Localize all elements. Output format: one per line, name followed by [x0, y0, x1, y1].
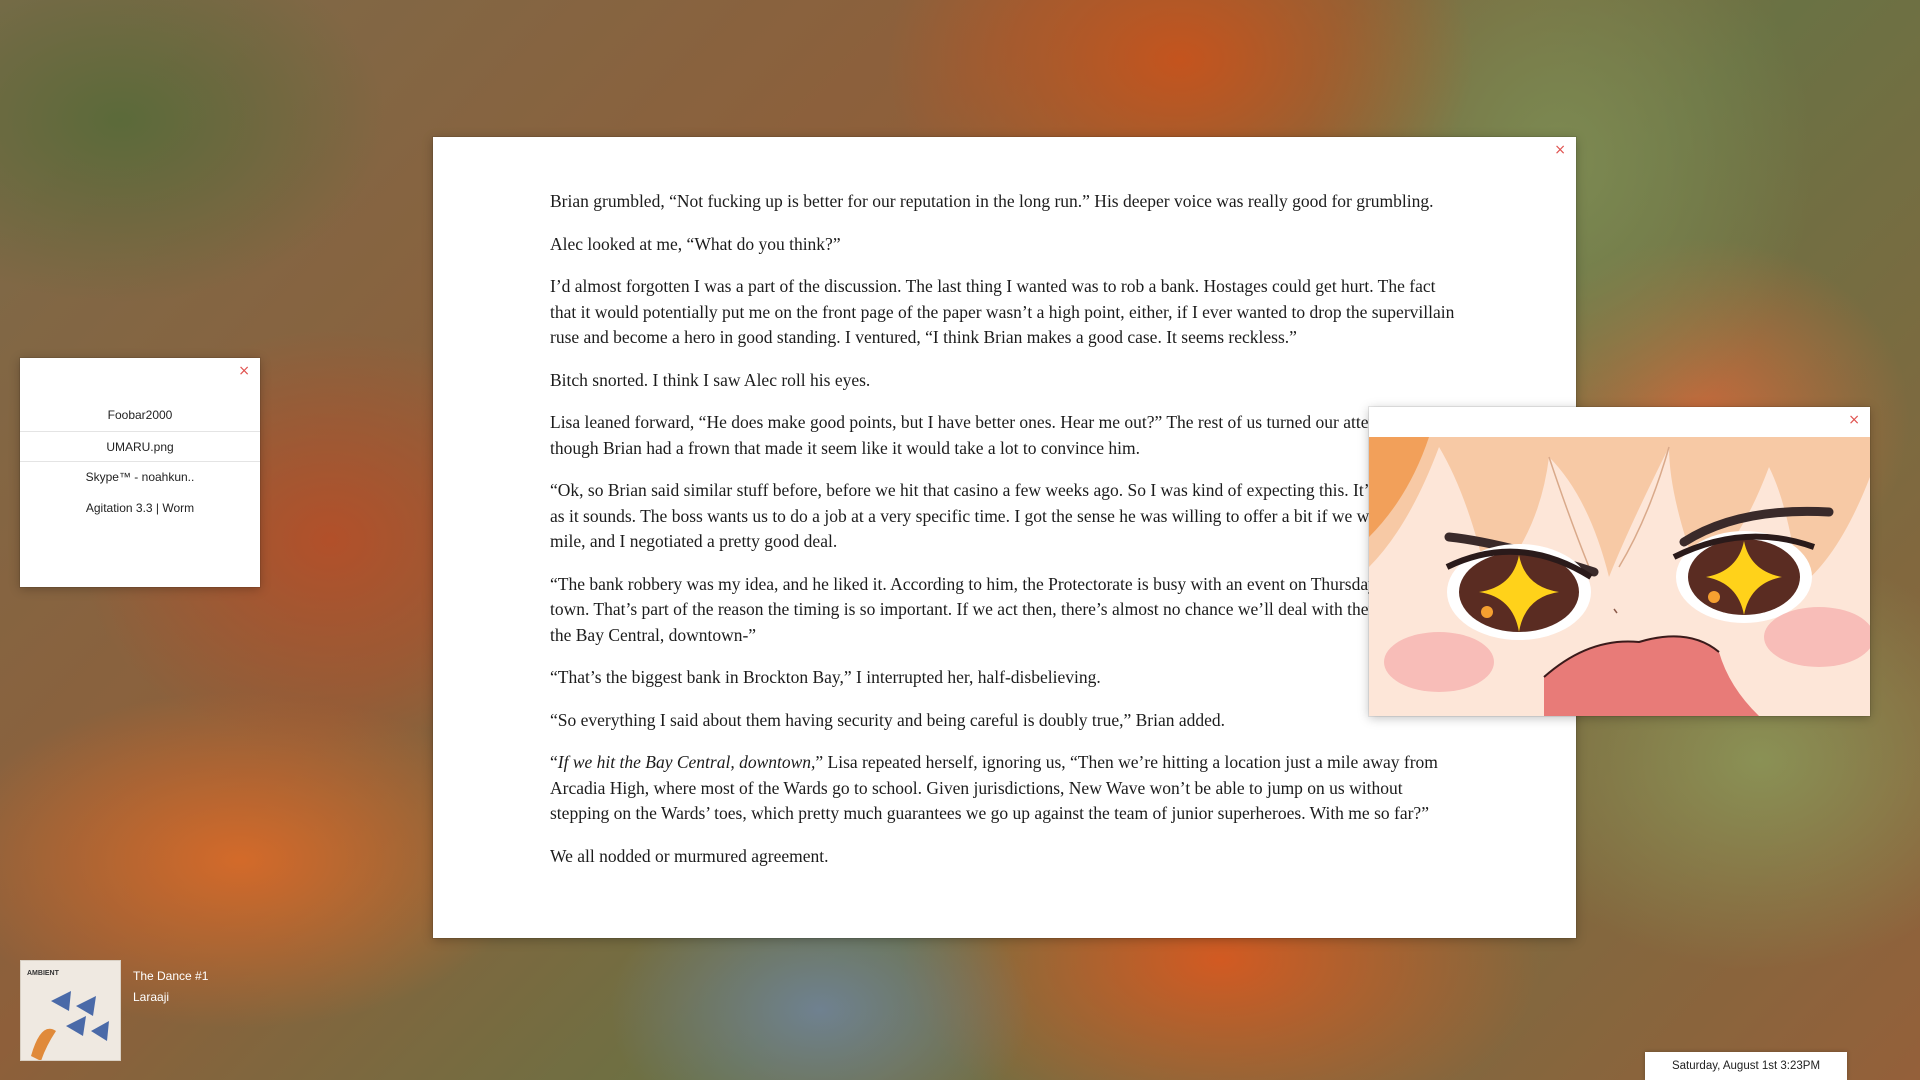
- launcher-item-foobar2000[interactable]: Foobar2000: [20, 400, 260, 431]
- reader-content: Brian grumbled, “Not fucking up is bette…: [550, 189, 1460, 886]
- album-cover-art: AMBIENT: [21, 961, 120, 1060]
- anime-face-illustration: [1369, 437, 1870, 716]
- paragraph: “The bank robbery was my idea, and he li…: [550, 573, 1451, 645]
- paragraph: Alec looked at me, “What do you think?”: [550, 233, 841, 254]
- paragraph: “Ok, so Brian said similar stuff before,…: [550, 480, 1456, 551]
- launcher-item-skype[interactable]: Skype™ - noahkun..: [20, 462, 260, 493]
- paragraph: Lisa leaned forward, “He does make good …: [550, 412, 1453, 458]
- launcher-window: × Foobar2000 UMARU.png Skype™ - noahkun.…: [20, 358, 260, 587]
- paragraph: We all nodded or murmured agreement.: [550, 845, 829, 866]
- paragraph: “That’s the biggest bank in Brockton Bay…: [550, 667, 1101, 687]
- italic-text: If we hit the Bay Central, downtown,: [557, 752, 816, 772]
- image-viewer-window: ×: [1369, 407, 1870, 716]
- cover-text: AMBIENT: [27, 970, 60, 977]
- track-artist: Laraaji: [133, 990, 170, 1004]
- clock-date-time: Saturday, August 1st 3:23PM: [1645, 1052, 1847, 1080]
- launcher-item-umaru-png[interactable]: UMARU.png: [20, 431, 260, 462]
- paragraph: I’d almost forgotten I was a part of the…: [550, 276, 1455, 347]
- paragraph: Bitch snorted. I think I saw Alec roll h…: [550, 369, 871, 390]
- close-icon[interactable]: ×: [1554, 143, 1566, 157]
- close-icon[interactable]: ×: [238, 364, 250, 378]
- open-quote: “: [550, 752, 558, 772]
- close-icon[interactable]: ×: [1848, 413, 1860, 427]
- launcher-list: Foobar2000 UMARU.png Skype™ - noahkun.. …: [20, 400, 260, 524]
- paragraph: Brian grumbled, “Not fucking up is bette…: [550, 191, 1434, 211]
- album-cover: AMBIENT: [20, 960, 121, 1061]
- anime-face-image: [1369, 437, 1870, 716]
- paragraph: “If we hit the Bay Central, downtown,” L…: [550, 750, 1460, 827]
- launcher-item-agitation-worm[interactable]: Agitation 3.3 | Worm: [20, 493, 260, 524]
- paragraph: “So everything I said about them having …: [550, 709, 1226, 730]
- track-title: The Dance #1: [133, 969, 209, 983]
